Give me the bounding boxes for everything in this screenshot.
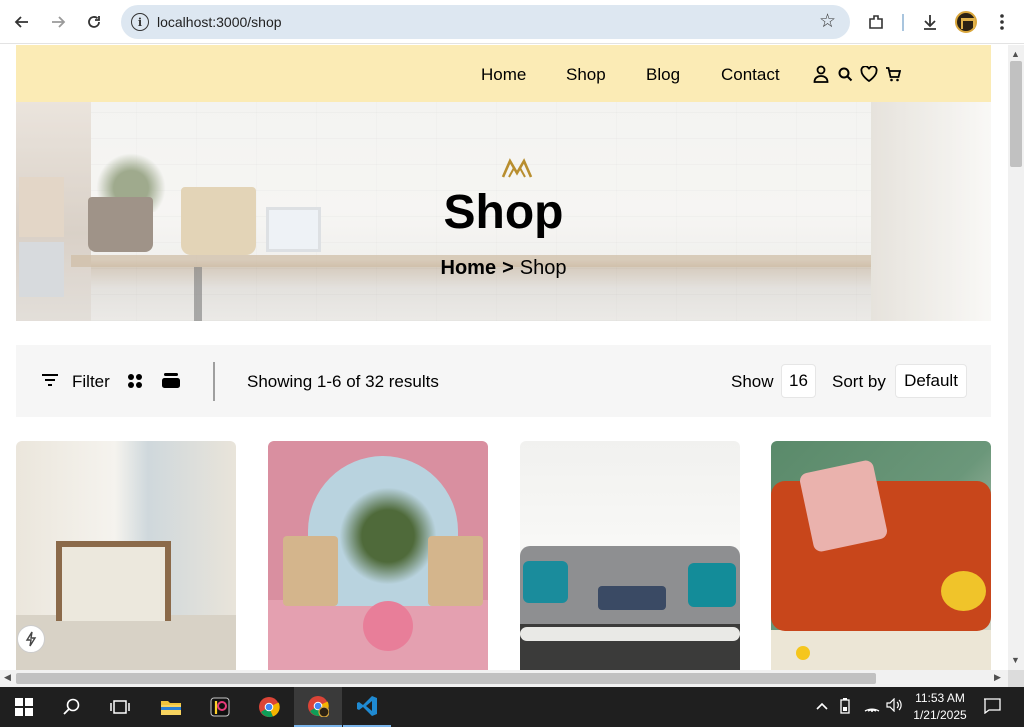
wifi-icon[interactable] [864,698,880,715]
download-icon[interactable] [918,10,942,34]
search-icon[interactable] [48,687,96,727]
file-explorer-icon[interactable] [147,687,195,727]
filter-icon[interactable] [41,373,59,392]
more-menu-icon[interactable] [990,10,1014,34]
picpick-icon[interactable] [196,687,244,727]
taskbar: 11:53 AM 1/21/2025 [0,687,1024,727]
sort-select[interactable]: Default [895,364,967,398]
toolbar-divider [902,14,904,31]
chrome-profile-app-icon[interactable] [294,687,342,727]
scroll-left-arrow-icon[interactable]: ◀ [4,672,11,683]
site-info-icon[interactable]: i [131,13,149,31]
bookmark-star-icon[interactable]: ☆ [819,10,836,33]
forward-arrow-icon[interactable] [46,10,70,34]
notifications-icon[interactable] [983,698,1001,717]
address-bar[interactable]: i localhost:3000/shop ☆ [121,5,850,39]
product-card[interactable] [268,441,488,670]
show-count-input[interactable]: 16 [781,364,816,398]
product-image-pillow [798,459,889,553]
breadcrumb: Home > Shop [16,257,991,280]
vertical-scrollbar[interactable]: ▲ ▼ [1008,45,1024,670]
extensions-icon[interactable] [864,10,888,34]
product-image-chair [56,541,171,621]
vertical-scroll-thumb[interactable] [1010,61,1022,167]
page-title: Shop [443,186,564,239]
product-image-ball [796,646,810,660]
filter-divider [213,362,215,401]
filter-bar: Filter Showing 1-6 of 32 results Show 16… [16,345,991,417]
product-card[interactable] [771,441,991,670]
reload-icon[interactable] [82,10,106,34]
product-image-floor [16,615,236,670]
cart-icon[interactable] [883,64,903,84]
account-icon[interactable] [811,64,831,84]
show-label: Show [731,372,774,391]
product-image-palm [338,481,438,591]
nav-link-shop[interactable]: Shop [566,65,606,85]
nav-link-contact[interactable]: Contact [721,65,780,85]
scroll-up-arrow-icon[interactable]: ▲ [1011,49,1020,59]
filter-button[interactable]: Filter [72,372,110,392]
breadcrumb-separator: > [502,257,514,279]
lightning-bolt-icon[interactable] [17,625,45,653]
battery-icon[interactable] [840,698,850,717]
nav-link-home[interactable]: Home [481,65,526,85]
clock-time: 11:53 AM [915,691,965,705]
clock-date: 1/21/2025 [913,708,967,722]
product-image-pillow [598,586,666,610]
results-count: Showing 1-6 of 32 results [247,372,439,391]
product-image-chair [283,536,338,606]
scroll-right-arrow-icon[interactable]: ▶ [994,672,1001,683]
product-card[interactable] [520,441,740,670]
wishlist-heart-icon[interactable] [859,64,879,84]
sort-label: Sort by [832,372,886,391]
horizontal-scrollbar[interactable]: ◀ ▶ [0,670,1008,687]
product-card[interactable] [16,441,236,670]
windows-start-icon[interactable] [0,687,48,727]
breadcrumb-current: Shop [519,257,567,279]
brand-logo-icon [501,158,533,178]
back-arrow-icon[interactable] [10,10,34,34]
volume-icon[interactable] [886,697,902,715]
browser-toolbar: i localhost:3000/shop ☆ [0,0,1024,44]
list-view-icon[interactable] [162,372,180,393]
product-image-table [363,601,413,651]
vscode-icon[interactable] [343,687,391,727]
task-view-icon[interactable] [96,687,144,727]
site-header: Home Shop Blog Contact [16,45,991,102]
shop-hero-banner: Shop Home > Shop [16,102,991,321]
product-image-pillow [688,563,736,607]
product-image-pillow [523,561,568,603]
breadcrumb-home[interactable]: Home [441,257,497,279]
url-text[interactable]: localhost:3000/shop [157,14,282,30]
system-clock[interactable]: 11:53 AM 1/21/2025 [905,690,975,724]
scroll-down-arrow-icon[interactable]: ▼ [1011,655,1020,665]
chrome-icon[interactable] [245,687,293,727]
horizontal-scroll-thumb[interactable] [16,673,876,684]
profile-avatar[interactable] [955,11,977,33]
show-hidden-icons-chevron-icon[interactable] [816,698,828,714]
page-viewport: Home Shop Blog Contact Shop Home > Shop … [0,45,1008,670]
search-icon[interactable] [835,64,855,84]
scrollbar-corner [1008,670,1024,687]
product-image-chair [428,536,483,606]
product-image-tabletop [520,627,740,641]
grid-view-icon[interactable] [127,373,143,394]
nav-link-blog[interactable]: Blog [646,65,680,85]
product-image-bag [941,571,986,611]
